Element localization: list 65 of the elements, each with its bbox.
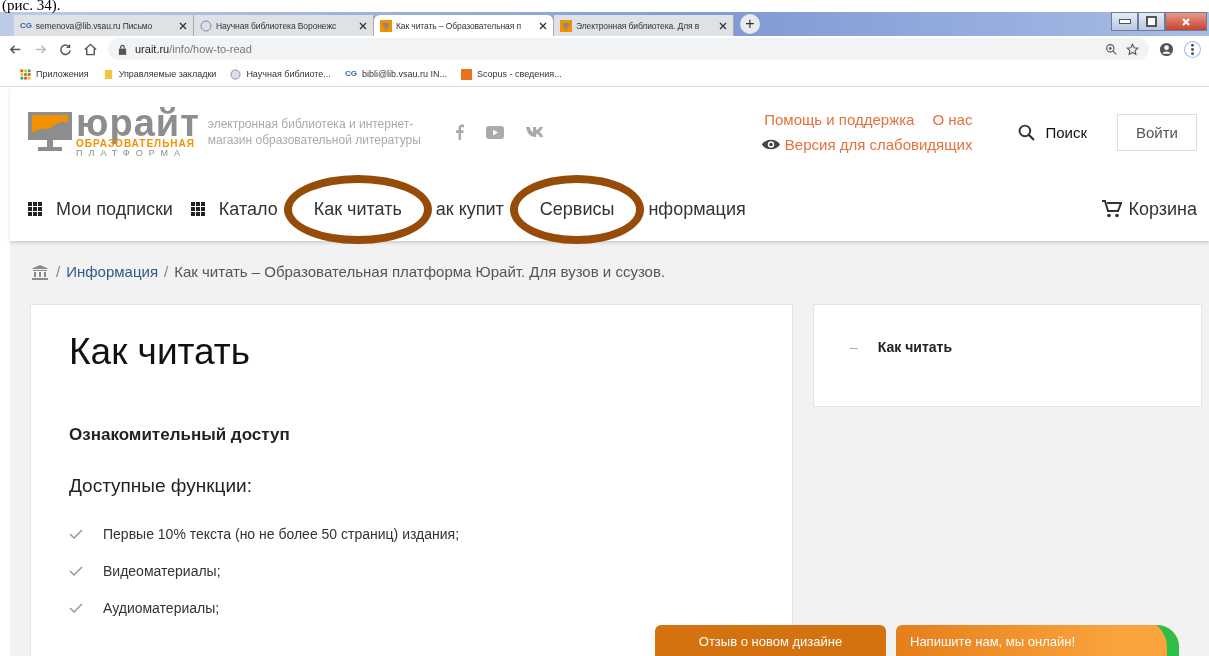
square-favicon-icon — [461, 68, 473, 80]
close-icon[interactable] — [179, 21, 187, 30]
list-item: Видеоматериалы; — [103, 562, 221, 579]
breadcrumb-link[interactable]: Информация — [66, 263, 158, 280]
check-icon — [69, 528, 83, 539]
apps-grid-icon — [20, 68, 31, 80]
menu-icon[interactable] — [1184, 40, 1201, 58]
reload-icon[interactable] — [58, 41, 73, 57]
list-item: Аудиоматериалы; — [103, 599, 220, 616]
browser-tab[interactable]: CG semenova@lib.vsau.ru Письмо — [14, 15, 194, 36]
section-heading: Ознакомительный доступ — [69, 425, 291, 445]
check-icon — [69, 602, 83, 613]
star-icon[interactable] — [1126, 42, 1139, 56]
cart-link[interactable]: Корзина — [1102, 198, 1197, 220]
bookmark[interactable]: CG bibli@lib.vsau.ru IN... — [344, 69, 448, 79]
address-field[interactable]: urait.ru/info/how-to-read — [108, 38, 1149, 60]
home-icon[interactable] — [30, 263, 50, 280]
breadcrumb-separator: / — [56, 263, 61, 280]
close-icon[interactable] — [719, 21, 727, 30]
browser-tab[interactable]: Как читать – Образовательная п — [374, 15, 554, 36]
browser-tab[interactable]: Научная библиотека Воронежс — [194, 15, 374, 36]
globe-icon — [200, 19, 212, 32]
bookmark[interactable]: Scopus - сведения... — [461, 68, 562, 80]
mail-favicon: CG — [20, 20, 32, 31]
bookmark[interactable]: Приложения — [20, 68, 89, 80]
browser-tab[interactable]: Электронная библиотека. Для в — [554, 15, 734, 36]
new-tab-button[interactable]: + — [740, 14, 760, 34]
logo-favicon-icon — [560, 19, 572, 32]
subsection-heading: Доступные функции: — [69, 475, 253, 497]
side-menu-item[interactable]: – Как читать — [850, 339, 1165, 355]
zoom-icon[interactable] — [1105, 42, 1118, 56]
close-icon[interactable] — [539, 21, 547, 30]
profile-icon[interactable] — [1159, 41, 1174, 57]
nav-link[interactable]: Катало — [190, 198, 278, 220]
document-caption: (рис. 34). — [2, 0, 61, 12]
lock-icon — [118, 43, 127, 55]
nav-link[interactable]: Сервисы — [509, 174, 645, 244]
check-icon — [69, 565, 83, 576]
bookmark[interactable]: Управляемые закладки — [102, 68, 217, 80]
globe-icon — [230, 68, 242, 80]
monitor-logo-icon — [28, 112, 72, 152]
nav-link[interactable]: нформация — [648, 198, 746, 220]
nav-link[interactable]: Мои подписки — [28, 198, 173, 220]
page-title: Как читать — [69, 331, 252, 373]
list-item: Первые 10% текста (но не более 50 страниц) издания; — [103, 525, 460, 542]
restore-icon[interactable] — [1138, 12, 1165, 31]
mail-favicon: CG — [344, 69, 357, 79]
grid-icon — [190, 202, 205, 216]
search-icon — [1018, 123, 1036, 141]
nav-link[interactable]: ак купит — [435, 198, 504, 220]
cart-icon — [1102, 200, 1123, 218]
minimize-icon[interactable] — [1111, 12, 1138, 31]
logo-favicon-icon — [380, 19, 392, 32]
login-button[interactable]: Войти — [1117, 113, 1197, 151]
eye-icon — [760, 138, 781, 151]
bookmark[interactable]: Научная библиоте... — [230, 68, 331, 80]
bookmark-folder-icon — [102, 68, 114, 80]
site-tagline: электронная библиотека и интернет-магазин образовательной литературы — [207, 116, 422, 148]
breadcrumb-current: Как читать – Образовательная платформа Юрайт. Для вузов и ссузов. — [174, 263, 666, 280]
grid-icon — [28, 202, 42, 216]
home-icon[interactable] — [83, 41, 98, 57]
breadcrumb-separator: / — [164, 263, 169, 280]
nav-link[interactable]: Как читать — [283, 174, 432, 244]
search-button[interactable]: Поиск — [1012, 122, 1093, 142]
close-icon[interactable] — [359, 21, 367, 30]
